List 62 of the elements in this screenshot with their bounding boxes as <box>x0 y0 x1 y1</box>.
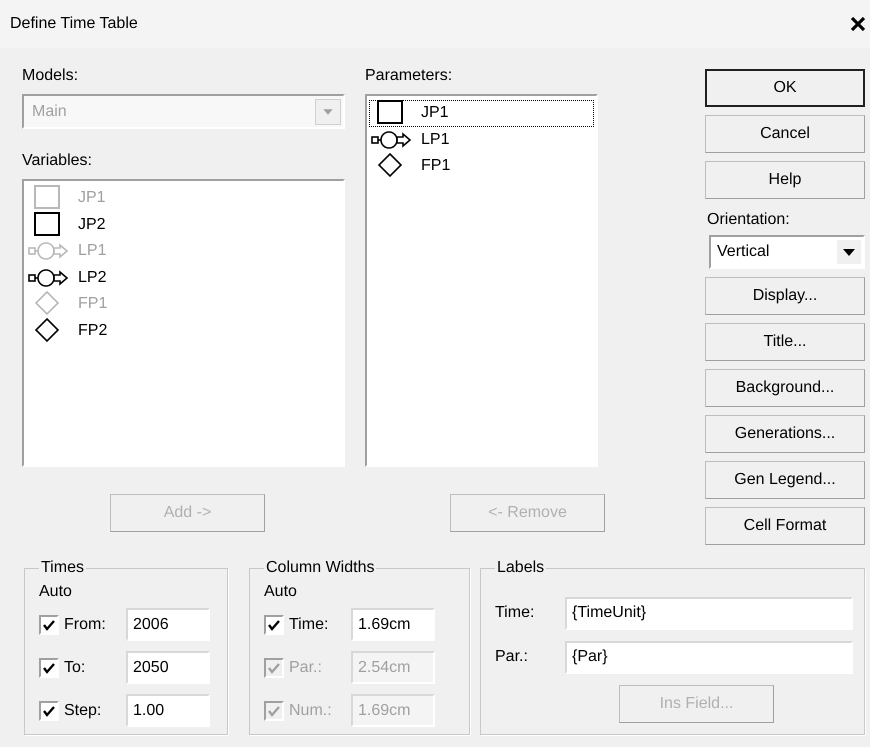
diamond-icon <box>378 153 402 178</box>
input-field[interactable]: 1.69cm <box>351 608 435 641</box>
group-title: Labels <box>496 559 546 577</box>
auto-label: Auto <box>264 582 298 602</box>
check-icon <box>268 662 280 674</box>
dialog-button[interactable]: Display... <box>705 277 865 315</box>
group-title: Column Widths <box>265 559 376 577</box>
checkbox-label: Time: <box>289 616 330 634</box>
valve-icon <box>371 130 412 149</box>
field-label: Orientation: <box>706 210 791 230</box>
caret-icon <box>315 98 341 124</box>
check-icon <box>268 620 280 630</box>
close-icon[interactable] <box>850 16 866 32</box>
field-label: Par.: <box>495 648 529 666</box>
window-title: Define Time Table <box>10 15 138 33</box>
check-icon <box>268 706 280 716</box>
field-label: Parameters: <box>365 66 454 86</box>
input-field[interactable]: 2006 <box>126 608 210 641</box>
square-icon <box>34 185 60 210</box>
list-item[interactable]: JP2 <box>26 212 341 238</box>
checkbox[interactable] <box>39 658 59 678</box>
caret-icon <box>837 240 861 264</box>
group-title: Times <box>40 559 85 577</box>
input-field[interactable]: {TimeUnit} <box>565 596 853 630</box>
diamond-icon <box>34 291 60 316</box>
input-field[interactable]: {Par} <box>565 640 853 674</box>
checkbox-label: Step: <box>64 702 102 720</box>
checkbox[interactable] <box>264 614 284 634</box>
dialog-button[interactable]: Help <box>705 161 865 199</box>
dialog-button[interactable]: Cancel <box>705 115 865 153</box>
checkbox-label: From: <box>64 616 107 634</box>
input-field[interactable]: 1.00 <box>126 694 210 727</box>
dialog-button[interactable]: Gen Legend... <box>705 461 865 499</box>
checkbox-label: To: <box>64 658 86 676</box>
dialog-button[interactable]: OK <box>705 69 865 107</box>
valve-icon <box>28 268 68 287</box>
field-label: Time: <box>495 604 536 622</box>
checkbox[interactable] <box>39 700 59 720</box>
field-label: Models: <box>22 66 80 86</box>
square-icon <box>377 100 403 124</box>
dialog-button[interactable]: Generations... <box>705 415 865 453</box>
auto-label: Auto <box>39 582 73 602</box>
input-field[interactable]: 2050 <box>126 651 210 684</box>
check-icon <box>43 662 55 674</box>
checkbox-label: Num.: <box>289 702 333 720</box>
orientation-dropdown[interactable]: Vertical <box>709 235 865 269</box>
list-item[interactable]: LP1 <box>369 126 594 153</box>
check-icon <box>43 706 55 716</box>
field-label: Variables: <box>22 151 93 171</box>
checkbox[interactable] <box>39 614 59 634</box>
valve-icon <box>28 242 68 260</box>
square-icon <box>34 212 60 236</box>
diamond-icon <box>34 318 60 342</box>
checkbox-label: Par.: <box>289 658 323 676</box>
dialog-button[interactable]: Cell Format <box>705 507 865 545</box>
list-item[interactable]: FP1 <box>369 153 594 180</box>
list-item[interactable]: FP2 <box>26 318 341 344</box>
list-item[interactable]: LP2 <box>26 264 341 291</box>
dialog-button[interactable]: Background... <box>705 369 865 407</box>
check-icon <box>43 620 55 630</box>
list-item[interactable]: JP1 <box>369 100 594 126</box>
dialog-button[interactable]: Title... <box>705 323 865 361</box>
